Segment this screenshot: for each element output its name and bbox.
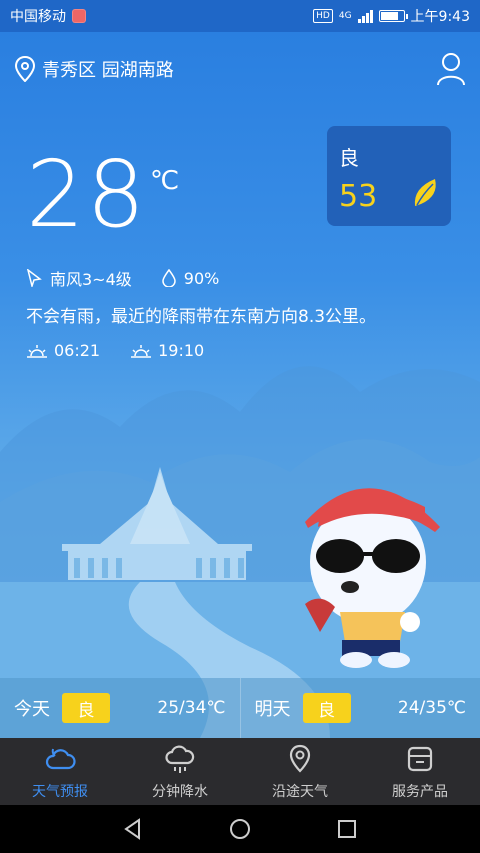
- status-time: 上午9:43: [410, 9, 470, 25]
- hd-badge: HD: [313, 9, 333, 23]
- status-bar: 中国移动 HD 4G 上午9:43: [0, 0, 480, 32]
- wind-direction-icon: [26, 269, 42, 287]
- aqi-level: 良: [339, 146, 359, 170]
- tab-label: 沿途天气: [272, 783, 328, 800]
- tab-label: 天气预报: [32, 783, 88, 800]
- air-quality-badge: 良: [62, 693, 110, 723]
- location-selector[interactable]: 青秀区 园湖南路: [14, 56, 174, 82]
- home-icon[interactable]: [229, 818, 251, 840]
- aqi-card[interactable]: 良 53: [327, 126, 451, 226]
- recent-apps-icon[interactable]: [336, 818, 358, 840]
- notification-app-icon: [72, 9, 86, 23]
- bottom-tab-bar: 天气预报 分钟降水 沿途天气 服务产品: [0, 738, 480, 805]
- location-pin-icon: [14, 56, 36, 82]
- network-type: 4G: [338, 11, 352, 21]
- humidity-drop-icon: [162, 269, 176, 287]
- temperature-range: 25/34℃: [157, 698, 226, 718]
- sunrise-icon: [27, 344, 47, 358]
- back-icon[interactable]: [122, 818, 144, 840]
- forecast-today[interactable]: 今天 良 25/34℃: [0, 678, 240, 738]
- user-profile-icon[interactable]: [436, 52, 466, 86]
- system-navigation-bar: [0, 805, 480, 853]
- sun-times-row: 06:21 19:10: [26, 341, 204, 360]
- forecast-day-label: 明天: [254, 699, 291, 720]
- carrier-name: 中国移动: [10, 9, 66, 25]
- wind-text: 南风3~4级: [50, 270, 132, 289]
- signal-icon: [357, 9, 373, 23]
- temperature-range: 24/35℃: [397, 698, 466, 718]
- temperature-unit: ℃: [150, 166, 180, 196]
- tab-label: 分钟降水: [152, 783, 208, 800]
- box-icon: [407, 746, 433, 771]
- tab-weather-forecast[interactable]: 天气预报: [0, 738, 120, 805]
- forecast-day-label: 今天: [14, 699, 50, 720]
- cloud-icon: [45, 748, 76, 769]
- tab-label: 服务产品: [392, 783, 448, 800]
- humidity-text: 90%: [183, 268, 220, 288]
- daily-forecast-band: 今天 良 25/34℃ 明天 良 24/35℃: [0, 678, 480, 738]
- tab-route-weather[interactable]: 沿途天气: [240, 738, 360, 805]
- forecast-tomorrow[interactable]: 明天 良 24/35℃: [239, 678, 480, 738]
- wind-humidity-row: 南风3~4级 90%: [26, 266, 219, 290]
- route-pin-icon: [289, 744, 311, 773]
- sunset-icon: [131, 344, 152, 358]
- air-quality-badge: 良: [302, 693, 351, 723]
- sunrise-time: 06:21: [54, 341, 101, 360]
- leaf-icon: [414, 179, 436, 206]
- rain-cloud-icon: [165, 745, 195, 773]
- sunset-time: 19:10: [158, 341, 205, 360]
- tab-minute-precipitation[interactable]: 分钟降水: [120, 738, 240, 805]
- precipitation-summary: 不会有雨，最近的降雨带在东南方向8.3公里。: [26, 307, 377, 327]
- location-name: 青秀区 园湖南路: [42, 60, 174, 81]
- battery-icon: [378, 10, 408, 22]
- current-temperature: 28: [26, 141, 148, 248]
- tab-service-products[interactable]: 服务产品: [360, 738, 480, 805]
